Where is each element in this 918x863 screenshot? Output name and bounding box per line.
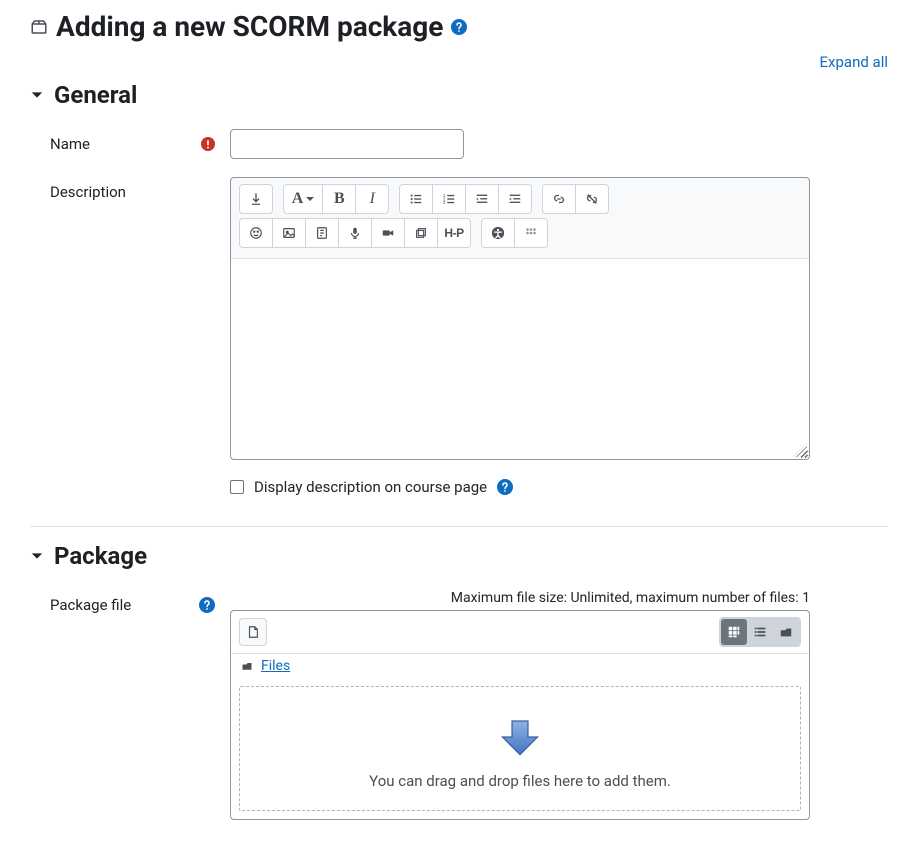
editor-toolbar: A B I 123: [231, 178, 809, 259]
chevron-down-icon: [30, 88, 44, 102]
link-button[interactable]: [542, 184, 576, 214]
accessibility-button[interactable]: [481, 218, 515, 248]
h5p-button[interactable]: H-P: [437, 218, 471, 248]
section-heading-package: Package: [54, 542, 147, 570]
file-limits-text: Maximum file size: Unlimited, maximum nu…: [230, 590, 810, 606]
name-input[interactable]: [230, 129, 464, 159]
files-breadcrumb-link[interactable]: Files: [261, 658, 290, 674]
indent-button[interactable]: [498, 184, 532, 214]
bold-button[interactable]: B: [322, 184, 356, 214]
view-list-button[interactable]: [747, 619, 773, 645]
svg-text:3: 3: [443, 200, 446, 205]
page-title: Adding a new SCORM package: [56, 10, 443, 43]
scorm-package-icon: [30, 18, 48, 36]
help-icon[interactable]: [199, 597, 215, 613]
download-arrow-icon: [495, 717, 545, 757]
folder-icon: [241, 660, 253, 672]
section-divider: [30, 526, 888, 527]
unlink-button[interactable]: [575, 184, 609, 214]
description-textarea[interactable]: [231, 259, 809, 459]
video-record-button[interactable]: [371, 218, 405, 248]
name-label: Name: [50, 135, 90, 153]
toolbar-expand-button[interactable]: [239, 184, 273, 214]
file-picker: Files You can drag and drop files here t…: [230, 610, 810, 820]
screenreader-button[interactable]: [514, 218, 548, 248]
section-heading-general: General: [54, 81, 137, 109]
microphone-button[interactable]: [338, 218, 372, 248]
section-toggle-package[interactable]: Package: [30, 542, 888, 570]
package-file-label: Package file: [50, 596, 131, 614]
required-icon: [201, 137, 215, 151]
file-dropzone[interactable]: You can drag and drop files here to add …: [239, 686, 801, 811]
manage-files-button[interactable]: [404, 218, 438, 248]
dropzone-text: You can drag and drop files here to add …: [250, 772, 790, 790]
description-editor: A B I 123: [230, 177, 810, 460]
section-toggle-general[interactable]: General: [30, 81, 888, 109]
view-tree-button[interactable]: [773, 619, 799, 645]
media-button[interactable]: [305, 218, 339, 248]
numbered-list-button[interactable]: 123: [432, 184, 466, 214]
image-button[interactable]: [272, 218, 306, 248]
bullet-list-button[interactable]: [399, 184, 433, 214]
add-file-button[interactable]: [239, 618, 267, 646]
expand-all-link[interactable]: Expand all: [30, 53, 888, 71]
resize-handle[interactable]: [793, 443, 807, 457]
help-icon[interactable]: [497, 479, 513, 495]
emoji-button[interactable]: [239, 218, 273, 248]
description-label: Description: [50, 183, 126, 201]
chevron-down-icon: [30, 549, 44, 563]
display-description-checkbox[interactable]: [230, 480, 244, 494]
italic-button[interactable]: I: [355, 184, 389, 214]
help-icon[interactable]: [451, 19, 467, 35]
view-icons-button[interactable]: [721, 619, 747, 645]
display-description-label: Display description on course page: [254, 478, 487, 496]
outdent-button[interactable]: [465, 184, 499, 214]
paragraph-style-button[interactable]: A: [283, 184, 324, 214]
